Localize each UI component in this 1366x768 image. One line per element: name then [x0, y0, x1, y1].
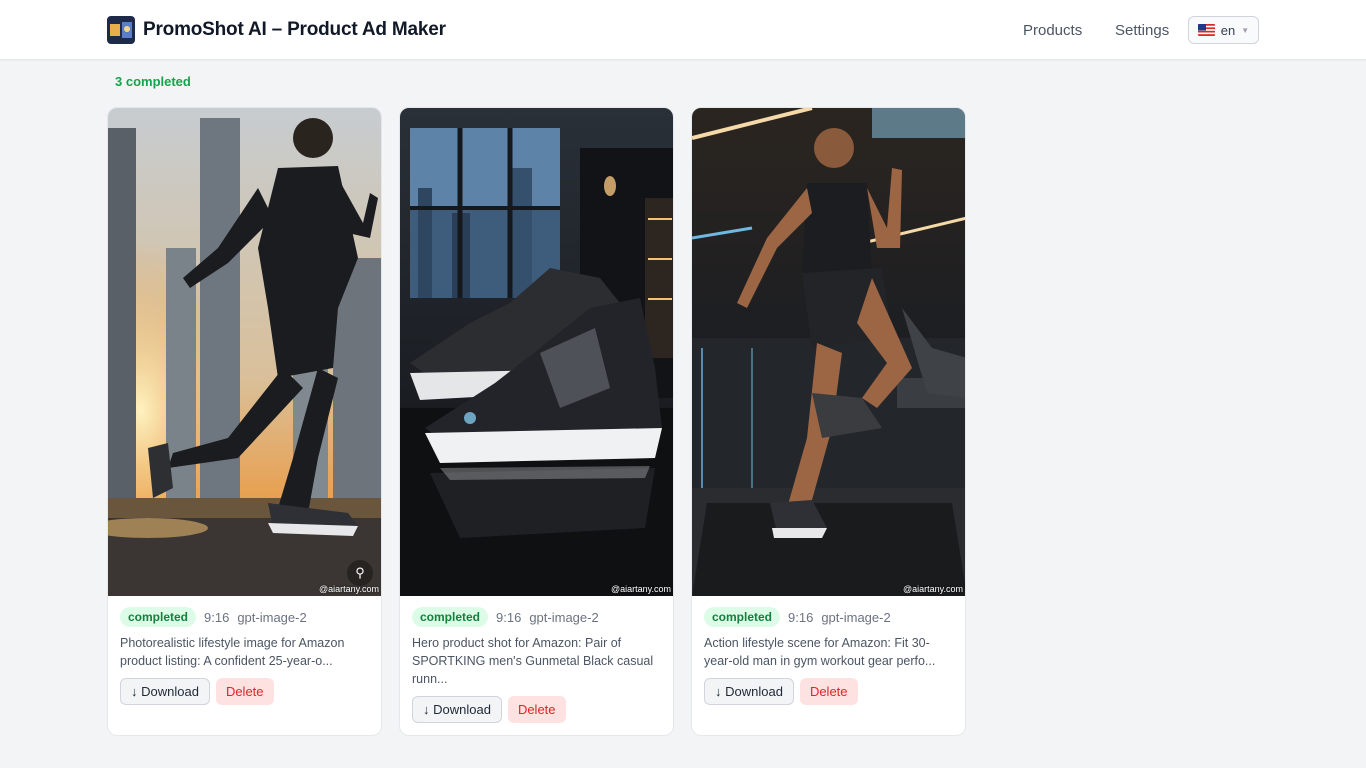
app-logo[interactable] — [107, 16, 135, 44]
top-bar: PromoShot AI – Product Ad Maker Products… — [0, 0, 1366, 60]
aspect-ratio: 9:16 — [204, 609, 230, 625]
nav-settings-link[interactable]: Settings — [1115, 22, 1169, 39]
zoom-icon[interactable]: ⚲ — [347, 560, 373, 586]
image-thumbnail[interactable]: @aiartany.com — [692, 108, 965, 596]
app-title: PromoShot AI – Product Ad Maker — [143, 19, 446, 40]
card-meta: completed 9:16 gpt-image-2 — [120, 607, 307, 627]
delete-button[interactable]: Delete — [507, 696, 566, 723]
model-name: gpt-image-2 — [821, 609, 891, 625]
model-name: gpt-image-2 — [529, 609, 599, 625]
card-actions: ↓ Download Delete — [412, 696, 566, 723]
card-actions: ↓ Download Delete — [120, 678, 274, 705]
status-badge: completed — [120, 607, 197, 627]
language-selector[interactable]: en ▼ — [1188, 16, 1259, 44]
prompt-description: Action lifestyle scene for Amazon: Fit 3… — [704, 636, 936, 668]
image-thumbnail[interactable]: ⚲ @aiartany.com — [108, 108, 381, 596]
aspect-ratio: 9:16 — [788, 609, 814, 625]
delete-button[interactable]: Delete — [799, 678, 858, 705]
download-button[interactable]: ↓ Download — [704, 678, 794, 705]
aspect-ratio: 9:16 — [496, 609, 522, 625]
image-thumbnail[interactable]: @aiartany.com — [400, 108, 673, 596]
card-meta: completed 9:16 gpt-image-2 — [704, 607, 891, 627]
download-button[interactable]: ↓ Download — [120, 678, 210, 705]
image-card: ⚲ @aiartany.com completed 9:16 gpt-image… — [107, 107, 382, 736]
image-card: @aiartany.com completed 9:16 gpt-image-2… — [691, 107, 966, 736]
language-code: en — [1220, 22, 1236, 38]
us-flag-icon — [1197, 24, 1215, 36]
status-summary: 3 completed — [115, 74, 191, 89]
prompt-description: Hero product shot for Amazon: Pair of SP… — [412, 636, 654, 686]
delete-button[interactable]: Delete — [215, 678, 274, 705]
card-actions: ↓ Download Delete — [704, 678, 858, 705]
watermark-text: @aiartany.com — [319, 584, 379, 594]
prompt-description: Photorealistic lifestyle image for Amazo… — [120, 636, 345, 668]
card-meta: completed 9:16 gpt-image-2 — [412, 607, 599, 627]
image-card: @aiartany.com completed 9:16 gpt-image-2… — [399, 107, 674, 736]
nav-products-link[interactable]: Products — [1023, 22, 1082, 39]
download-button[interactable]: ↓ Download — [412, 696, 502, 723]
chevron-down-icon: ▼ — [1241, 25, 1250, 35]
status-badge: completed — [704, 607, 781, 627]
model-name: gpt-image-2 — [237, 609, 307, 625]
status-badge: completed — [412, 607, 489, 627]
watermark-text: @aiartany.com — [903, 584, 963, 594]
watermark-text: @aiartany.com — [611, 584, 671, 594]
